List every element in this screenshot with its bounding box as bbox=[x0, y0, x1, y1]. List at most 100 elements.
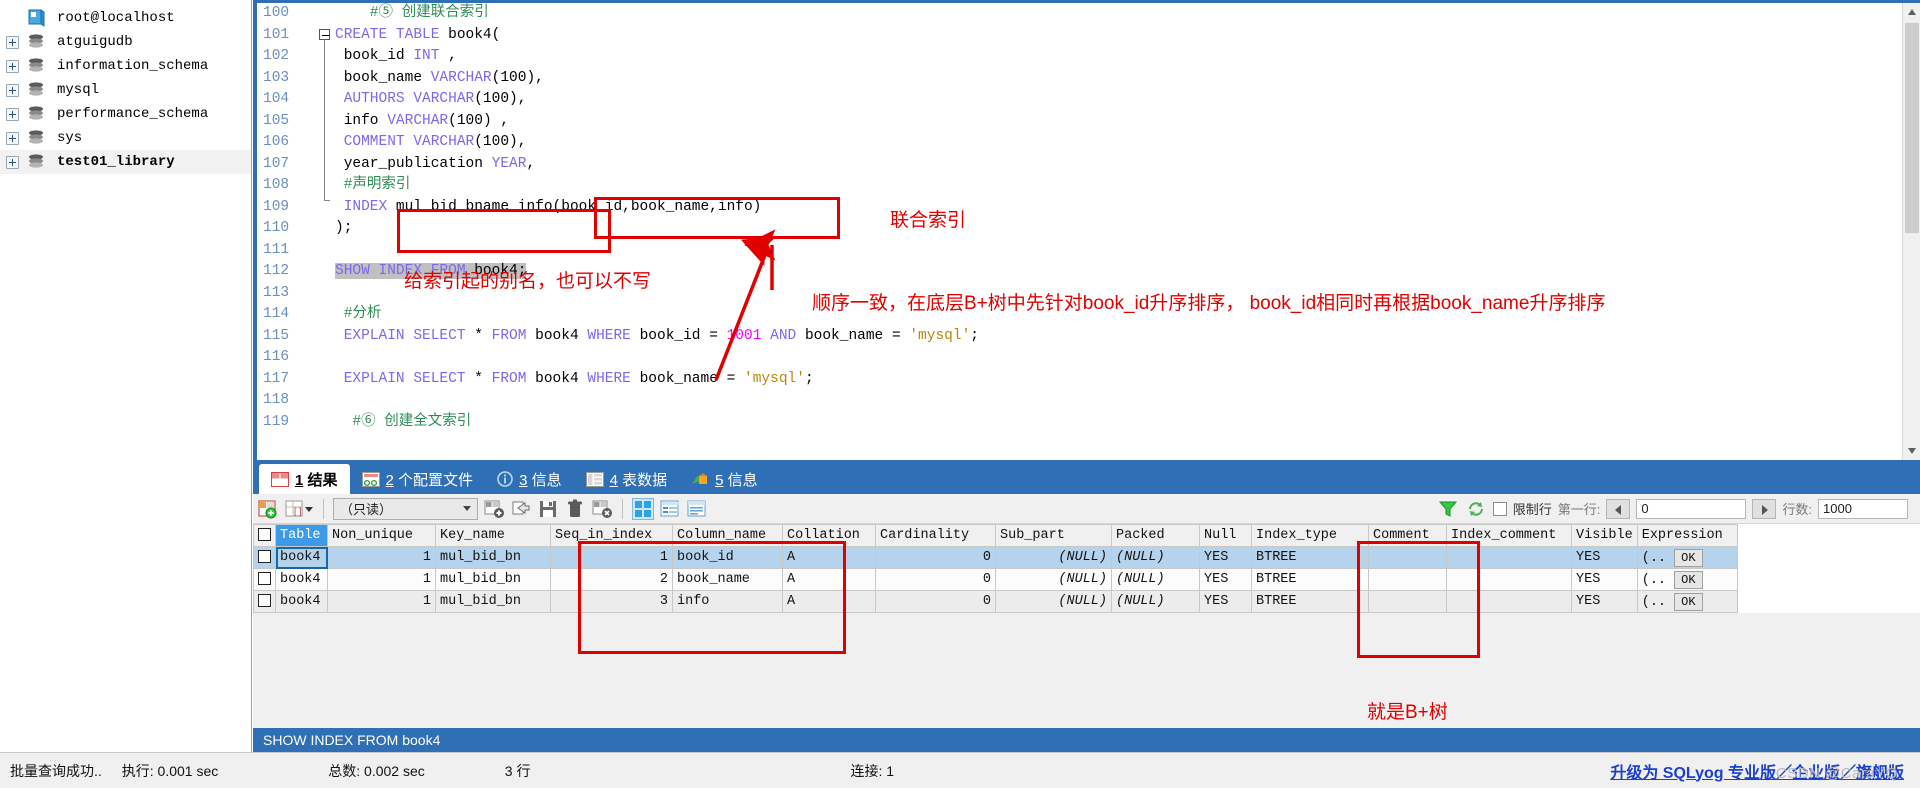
code-line[interactable] bbox=[335, 283, 1902, 305]
code-folding-column[interactable] bbox=[317, 3, 335, 460]
cell-packed[interactable]: (NULL) bbox=[1111, 590, 1200, 613]
tab-profiles[interactable]: 2 个配置文件 bbox=[350, 464, 486, 494]
table-row[interactable]: book4 1 mul_bid_bn 3 info A 0 (NULL) (NU… bbox=[253, 590, 1738, 613]
tab-info[interactable]: 5 信息 bbox=[679, 464, 770, 494]
cell-visible[interactable]: YES bbox=[1571, 546, 1638, 569]
tree-item-sys[interactable]: sys bbox=[0, 126, 251, 150]
code-line[interactable]: #⑤ 创建联合索引 bbox=[335, 3, 1902, 25]
cell-table[interactable]: book4 bbox=[275, 590, 328, 613]
code-line[interactable] bbox=[335, 390, 1902, 412]
grid-toolbar[interactable]: [ ] （只读） 限制行 第一行: 0 行数: 1000 bbox=[253, 494, 1920, 524]
grid-mode-select[interactable]: （只读） bbox=[333, 497, 478, 520]
expression-ok-button[interactable]: OK bbox=[1674, 570, 1703, 589]
code-line[interactable]: EXPLAIN SELECT * FROM book4 WHERE book_i… bbox=[335, 326, 1902, 348]
cell-null[interactable]: YES bbox=[1199, 546, 1252, 569]
limit-rows-checkbox[interactable] bbox=[1492, 501, 1507, 516]
col-header-null[interactable]: Null bbox=[1199, 524, 1252, 547]
expression-ok-button[interactable]: OK bbox=[1674, 548, 1703, 567]
row-checkbox[interactable] bbox=[253, 568, 276, 591]
cell-index-type[interactable]: BTREE bbox=[1251, 568, 1369, 591]
table-row[interactable]: book4 1 mul_bid_bn 1 book_id A 0 (NULL) … bbox=[253, 546, 1738, 569]
col-header-expression[interactable]: Expression bbox=[1636, 524, 1738, 547]
cell-seq-in-index[interactable]: 1 bbox=[550, 546, 673, 569]
tree-item-information_schema[interactable]: information_schema bbox=[0, 54, 251, 78]
cell-index-type[interactable]: BTREE bbox=[1251, 546, 1369, 569]
code-line[interactable]: EXPLAIN SELECT * FROM book4 WHERE book_n… bbox=[335, 369, 1902, 391]
tree-item-mysql[interactable]: mysql bbox=[0, 78, 251, 102]
insert-options-dropdown[interactable]: [ ] bbox=[284, 498, 314, 520]
cell-seq-in-index[interactable]: 2 bbox=[550, 568, 673, 591]
cell-packed[interactable]: (NULL) bbox=[1111, 546, 1200, 569]
cell-cardinality[interactable]: 0 bbox=[875, 590, 996, 613]
cell-column-name[interactable]: book_name bbox=[672, 568, 783, 591]
cell-non-unique[interactable]: 1 bbox=[327, 568, 436, 591]
cell-comment[interactable] bbox=[1368, 546, 1447, 569]
code-line[interactable]: book_id INT , bbox=[335, 46, 1902, 68]
cancel-changes-icon[interactable] bbox=[591, 498, 613, 520]
col-header-non-unique[interactable]: Non_unique bbox=[327, 524, 436, 547]
cell-table[interactable]: book4 bbox=[275, 546, 328, 569]
tab-table-data[interactable]: 4 表数据 bbox=[574, 464, 680, 494]
cell-index-comment[interactable] bbox=[1446, 590, 1572, 613]
col-header-column-name[interactable]: Column_name bbox=[672, 524, 783, 547]
code-line[interactable]: CREATE TABLE book4( bbox=[335, 25, 1902, 47]
expander-icon[interactable] bbox=[6, 59, 19, 73]
prev-page-button[interactable] bbox=[1606, 498, 1631, 519]
editor-vertical-scrollbar[interactable] bbox=[1902, 3, 1920, 460]
code-line[interactable]: INDEX mul_bid_bname_info(book_id,book_na… bbox=[335, 197, 1902, 219]
code-line[interactable]: #⑥ 创建全文索引 bbox=[335, 412, 1902, 434]
text-view-icon[interactable] bbox=[686, 498, 708, 520]
insert-record-icon[interactable] bbox=[483, 498, 505, 520]
table-row[interactable]: book4 1 mul_bid_bn 2 book_name A 0 (NULL… bbox=[253, 568, 1738, 591]
cell-collation[interactable]: A bbox=[782, 568, 876, 591]
cell-key-name[interactable]: mul_bid_bn bbox=[435, 590, 551, 613]
select-all-checkbox-header[interactable] bbox=[253, 524, 276, 547]
tree-item-root[interactable]: root@localhost bbox=[0, 6, 251, 30]
cell-comment[interactable] bbox=[1368, 590, 1447, 613]
export-icon[interactable] bbox=[510, 498, 532, 520]
scrollbar-thumb[interactable] bbox=[1905, 23, 1919, 233]
cell-visible[interactable]: YES bbox=[1571, 568, 1638, 591]
cell-cardinality[interactable]: 0 bbox=[875, 546, 996, 569]
form-view-icon[interactable] bbox=[659, 498, 681, 520]
expression-ok-button[interactable]: OK bbox=[1674, 592, 1703, 611]
cell-column-name[interactable]: info bbox=[672, 590, 783, 613]
cell-sub-part[interactable]: (NULL) bbox=[995, 568, 1112, 591]
result-grid[interactable]: Table Non_unique Key_name Seq_in_index C… bbox=[253, 524, 1920, 613]
col-header-sub-part[interactable]: Sub_part bbox=[995, 524, 1112, 547]
cell-non-unique[interactable]: 1 bbox=[327, 546, 436, 569]
refresh-icon[interactable] bbox=[1465, 498, 1487, 520]
cell-index-comment[interactable] bbox=[1446, 568, 1572, 591]
cell-column-name[interactable]: book_id bbox=[672, 546, 783, 569]
col-header-collation[interactable]: Collation bbox=[782, 524, 876, 547]
cell-expression[interactable]: (.. OK bbox=[1636, 568, 1738, 591]
code-line[interactable] bbox=[335, 240, 1902, 262]
object-browser-tree[interactable]: root@localhost atguigudb information_sch… bbox=[0, 0, 252, 752]
expander-icon[interactable] bbox=[6, 83, 19, 97]
cell-null[interactable]: YES bbox=[1199, 568, 1252, 591]
cell-index-comment[interactable] bbox=[1446, 546, 1572, 569]
limit-controls[interactable]: 限制行 第一行: 0 行数: 1000 bbox=[1437, 498, 1916, 520]
tree-item-test01_library[interactable]: test01_library bbox=[0, 150, 251, 174]
code-text[interactable]: #⑤ 创建联合索引 CREATE TABLE book4( book_id INT… bbox=[335, 3, 1902, 460]
expander-icon[interactable] bbox=[6, 35, 19, 49]
code-line[interactable]: #声明索引 bbox=[335, 175, 1902, 197]
sql-editor[interactable]: 100 101 102 103 104 105 106 107 108 109 110 111 112 1… bbox=[253, 0, 1920, 460]
first-row-input[interactable]: 0 bbox=[1636, 498, 1747, 519]
col-header-visible[interactable]: Visible bbox=[1571, 524, 1638, 547]
result-table[interactable]: Table Non_unique Key_name Seq_in_index C… bbox=[253, 524, 1738, 613]
code-line[interactable]: #分析 bbox=[335, 304, 1902, 326]
cell-null[interactable]: YES bbox=[1199, 590, 1252, 613]
table-header-row[interactable]: Table Non_unique Key_name Seq_in_index C… bbox=[253, 524, 1738, 547]
expander-icon[interactable] bbox=[6, 155, 19, 169]
code-line[interactable]: AUTHORS VARCHAR(100), bbox=[335, 89, 1902, 111]
expander-icon[interactable] bbox=[6, 131, 19, 145]
cell-expression[interactable]: (.. OK bbox=[1636, 546, 1738, 569]
upgrade-link[interactable]: 升级为 SQLyog 专业版／企业版／旗舰版 bbox=[1610, 759, 1920, 783]
cell-sub-part[interactable]: (NULL) bbox=[995, 590, 1112, 613]
col-header-comment[interactable]: Comment bbox=[1368, 524, 1447, 547]
cell-cardinality[interactable]: 0 bbox=[875, 568, 996, 591]
expander-icon[interactable] bbox=[6, 107, 19, 121]
code-line[interactable]: SHOW INDEX FROM book4; bbox=[335, 261, 1902, 283]
col-header-index-comment[interactable]: Index_comment bbox=[1446, 524, 1572, 547]
